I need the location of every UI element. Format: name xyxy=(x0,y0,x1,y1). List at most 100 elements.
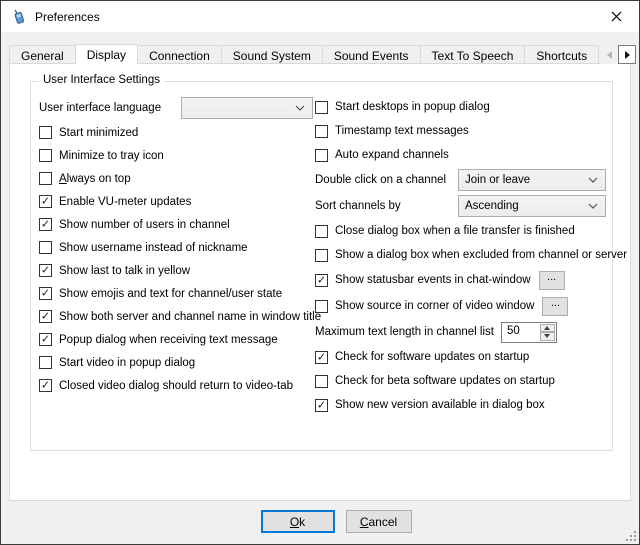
checkbox-box: ✓ xyxy=(39,379,52,392)
tab-sound-system[interactable]: Sound System xyxy=(221,45,323,64)
checkbox-show-emojis[interactable]: ✓ Show emojis and text for channel/user … xyxy=(39,282,313,305)
checkbox-minimize-to-tray[interactable]: Minimize to tray icon xyxy=(39,144,313,167)
checkbox-box xyxy=(39,172,52,185)
close-icon xyxy=(611,11,622,22)
checkbox-box: ✓ xyxy=(39,287,52,300)
checkmark-icon: ✓ xyxy=(41,288,50,299)
checkbox-box[interactable] xyxy=(315,300,328,313)
spin-up-icon xyxy=(544,326,550,330)
tab-scrollers xyxy=(600,45,636,64)
checkbox-label: Check for software updates on startup xyxy=(335,351,529,363)
chevron-down-icon xyxy=(295,105,305,111)
checkbox-box xyxy=(39,241,52,254)
chevron-down-icon xyxy=(588,177,598,183)
language-row: User interface language xyxy=(39,95,313,121)
checkbox-box: ✓ xyxy=(39,264,52,277)
checkbox-always-on-top[interactable]: Always on top xyxy=(39,167,313,190)
checkbox-check-updates[interactable]: ✓ Check for software updates on startup xyxy=(315,345,606,369)
checkbox-box: ✓ xyxy=(39,310,52,323)
tab-general[interactable]: General xyxy=(9,45,76,64)
max-text-length-spinner[interactable]: 50 xyxy=(501,322,557,343)
spin-down-icon xyxy=(544,334,550,338)
checkbox-show-user-count[interactable]: ✓ Show number of users in channel xyxy=(39,213,313,236)
checkbox-box: ✓ xyxy=(39,195,52,208)
ok-button[interactable]: Ok xyxy=(261,510,335,533)
checkbox-popup-text-message[interactable]: ✓ Popup dialog when receiving text messa… xyxy=(39,328,313,351)
checkmark-icon: ✓ xyxy=(41,196,50,207)
checkbox-label: Show a dialog box when excluded from cha… xyxy=(335,249,627,261)
tab-display[interactable]: Display xyxy=(75,44,138,64)
sort-channels-label: Sort channels by xyxy=(315,200,401,212)
right-column: Start desktops in popup dialog Timestamp… xyxy=(315,95,606,417)
groupbox-title: User Interface Settings xyxy=(39,74,164,86)
checkbox-label: Show username instead of nickname xyxy=(59,242,248,254)
statusbar-events-config-button[interactable]: ... xyxy=(539,271,565,290)
checkbox-enable-vu-meter[interactable]: ✓ Enable VU-meter updates xyxy=(39,190,313,213)
cancel-button[interactable]: Cancel xyxy=(346,510,412,533)
checkmark-icon: ✓ xyxy=(317,351,326,362)
checkmark-icon: ✓ xyxy=(41,219,50,230)
tab-bar: General Display Connection Sound System … xyxy=(9,43,599,64)
resize-grip[interactable] xyxy=(624,529,637,542)
checkbox-label: Show number of users in channel xyxy=(59,219,230,231)
arrow-right-icon xyxy=(625,51,630,59)
checkbox-box xyxy=(315,225,328,238)
checkbox-last-to-talk[interactable]: ✓ Show last to talk in yellow xyxy=(39,259,313,282)
double-click-select[interactable]: Join or leave xyxy=(458,169,606,191)
checkbox-box xyxy=(39,356,52,369)
display-tab-page: User Interface Settings User interface l… xyxy=(9,63,631,501)
sort-channels-row: Sort channels by Ascending xyxy=(315,193,606,219)
spin-down-button[interactable] xyxy=(540,332,555,341)
close-button[interactable] xyxy=(594,1,639,32)
checkbox-server-channel-title[interactable]: ✓ Show both server and channel name in w… xyxy=(39,305,313,328)
spinner-buttons xyxy=(540,323,556,342)
max-text-length-row: Maximum text length in channel list 50 xyxy=(315,319,606,345)
video-source-config-button[interactable]: ... xyxy=(542,297,568,316)
tab-scroll-right-button[interactable] xyxy=(618,45,636,64)
checkbox-excluded-dialog[interactable]: Show a dialog box when excluded from cha… xyxy=(315,243,606,267)
checkbox-auto-expand-channels[interactable]: Auto expand channels xyxy=(315,143,606,167)
window-title: Preferences xyxy=(35,10,100,24)
checkbox-box xyxy=(315,375,328,388)
tab-connection[interactable]: Connection xyxy=(137,45,222,64)
checkmark-icon: ✓ xyxy=(41,380,50,391)
checkbox-box: ✓ xyxy=(315,351,328,364)
arrow-left-icon xyxy=(607,51,612,59)
ui-language-select[interactable] xyxy=(181,97,313,119)
checkbox-check-beta-updates[interactable]: Check for beta software updates on start… xyxy=(315,369,606,393)
checkbox-show-username[interactable]: Show username instead of nickname xyxy=(39,236,313,259)
checkbox-box[interactable]: ✓ xyxy=(315,274,328,287)
checkbox-box: ✓ xyxy=(39,218,52,231)
checkbox-label: Minimize to tray icon xyxy=(59,150,164,162)
checkbox-box xyxy=(315,101,328,114)
checkbox-box xyxy=(39,126,52,139)
checkbox-start-minimized[interactable]: Start minimized xyxy=(39,121,313,144)
checkbox-box xyxy=(315,249,328,262)
tab-scroll-left-button[interactable] xyxy=(600,45,618,64)
max-text-length-label: Maximum text length in channel list xyxy=(315,326,494,338)
checkbox-timestamp-messages[interactable]: Timestamp text messages xyxy=(315,119,606,143)
checkmark-icon: ✓ xyxy=(317,399,326,410)
checkmark-icon: ✓ xyxy=(41,311,50,322)
checkbox-desktops-popup[interactable]: Start desktops in popup dialog xyxy=(315,95,606,119)
tab-text-to-speech[interactable]: Text To Speech xyxy=(420,45,526,64)
left-column: User interface language Start minimized … xyxy=(39,95,313,397)
tab-video[interactable]: Video xyxy=(598,45,599,64)
checkbox-close-on-transfer[interactable]: Close dialog box when a file transfer is… xyxy=(315,219,606,243)
chevron-down-icon xyxy=(588,203,598,209)
checkbox-box: ✓ xyxy=(39,333,52,346)
tab-sound-events[interactable]: Sound Events xyxy=(322,45,421,64)
dialog-footer: Ok Cancel xyxy=(1,501,639,544)
checkbox-label: Enable VU-meter updates xyxy=(59,196,191,208)
sort-channels-select[interactable]: Ascending xyxy=(458,195,606,217)
checkbox-label: Show new version available in dialog box xyxy=(335,399,545,411)
checkbox-new-version-dialog[interactable]: ✓ Show new version available in dialog b… xyxy=(315,393,606,417)
tab-shortcuts[interactable]: Shortcuts xyxy=(524,45,599,64)
double-click-label: Double click on a channel xyxy=(315,174,446,186)
checkbox-video-popup[interactable]: Start video in popup dialog xyxy=(39,351,313,374)
combo-value: Join or leave xyxy=(465,174,530,186)
checkbox-label: Check for beta software updates on start… xyxy=(335,375,555,387)
checkbox-closed-video-return[interactable]: ✓ Closed video dialog should return to v… xyxy=(39,374,313,397)
checkbox-label: Show both server and channel name in win… xyxy=(59,311,321,323)
spin-up-button[interactable] xyxy=(540,324,555,333)
